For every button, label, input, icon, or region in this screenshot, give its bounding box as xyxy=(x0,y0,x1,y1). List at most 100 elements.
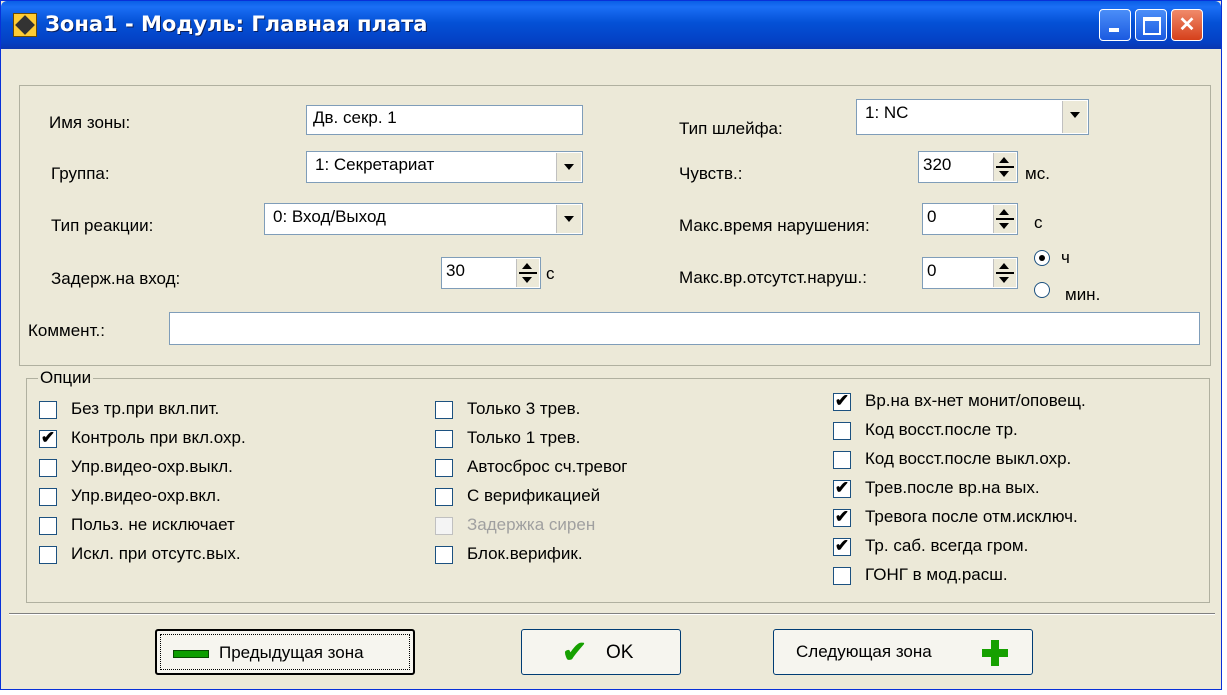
check-icon: ✔ xyxy=(834,507,850,526)
option-label: Код восст.после выкл.охр. xyxy=(865,449,1072,468)
reaction-label: Тип реакции: xyxy=(51,216,154,235)
prev-zone-button[interactable]: Предыдущая зона xyxy=(155,629,415,675)
option-label: Код восст.после тр. xyxy=(865,420,1018,439)
option-label: Только 3 трев. xyxy=(467,399,581,418)
ok-button[interactable]: ✔ OK xyxy=(521,629,681,675)
spin-arrows-icon[interactable] xyxy=(993,153,1016,181)
option-label: ГОНГ в мод.расш. xyxy=(865,565,1008,584)
option-label: Автосброс сч.тревог xyxy=(467,457,628,476)
entry-delay-unit: с xyxy=(546,264,555,283)
check-icon: ✔ xyxy=(834,536,850,555)
check-icon: ✔ xyxy=(40,428,56,447)
dialog-window: Зона1 - Модуль: Главная плата ✕ Имя зоны… xyxy=(0,0,1222,690)
option-checkbox[interactable]: ✔ xyxy=(833,507,851,527)
max-absence-value: 0 xyxy=(927,261,937,280)
option-checkbox[interactable] xyxy=(833,451,851,469)
maximize-button[interactable] xyxy=(1135,9,1167,41)
spin-separator xyxy=(996,272,1014,274)
option-checkbox[interactable] xyxy=(435,459,453,477)
unit-minutes-radio[interactable] xyxy=(1034,282,1050,298)
max-absence-label: Макс.вр.отсутст.наруш.: xyxy=(679,268,867,287)
option-checkbox xyxy=(435,517,453,535)
spin-separator xyxy=(996,166,1014,168)
group-select[interactable]: 1: Секретариат xyxy=(306,151,583,183)
option-checkbox[interactable] xyxy=(39,488,57,506)
minimize-icon xyxy=(1100,10,1130,40)
option-label: Блок.верифик. xyxy=(467,544,583,563)
spin-separator xyxy=(996,218,1014,220)
ok-label: OK xyxy=(606,642,634,663)
option-checkbox[interactable] xyxy=(435,546,453,564)
spin-arrows-icon[interactable] xyxy=(993,259,1016,287)
option-checkbox[interactable]: ✔ xyxy=(833,536,851,556)
zone-name-input[interactable]: Дв. секр. 1 xyxy=(306,105,583,135)
max-violation-spinner[interactable]: 0 xyxy=(922,203,1018,235)
max-violation-unit: с xyxy=(1034,213,1043,232)
unit-hours-label: ч xyxy=(1061,248,1070,267)
loop-type-value: 1: NC xyxy=(865,103,909,122)
option-checkbox[interactable]: ✔ xyxy=(833,391,851,411)
option-label: Без тр.при вкл.пит. xyxy=(71,399,220,418)
maximize-icon xyxy=(1136,10,1166,40)
option-label: Искл. при отсутс.вых. xyxy=(71,544,241,563)
option-checkbox[interactable] xyxy=(435,401,453,419)
option-checkbox[interactable] xyxy=(435,430,453,448)
option-label: Упр.видео-охр.вкл. xyxy=(71,486,221,505)
chevron-down-icon[interactable] xyxy=(556,205,581,233)
option-label: Контроль при вкл.охр. xyxy=(71,428,246,447)
entry-delay-label: Задерж.на вход: xyxy=(51,269,181,288)
reaction-select-value: 0: Вход/Выход xyxy=(273,207,386,226)
option-label: Задержка сирен xyxy=(467,515,596,534)
close-button[interactable]: ✕ xyxy=(1171,9,1203,41)
unit-minutes-label: мин. xyxy=(1065,285,1101,304)
option-label: Вр.на вх-нет монит/оповещ. xyxy=(865,391,1086,410)
window-title: Зона1 - Модуль: Главная плата xyxy=(45,12,428,36)
checkmark-icon: ✔ xyxy=(562,636,588,669)
spin-arrows-icon[interactable] xyxy=(993,205,1016,233)
reaction-select[interactable]: 0: Вход/Выход xyxy=(264,203,583,235)
close-icon: ✕ xyxy=(1178,14,1196,36)
option-checkbox[interactable] xyxy=(39,546,57,564)
unit-hours-radio[interactable] xyxy=(1034,250,1050,266)
loop-type-label: Тип шлейфа: xyxy=(679,119,783,138)
comment-input[interactable] xyxy=(169,312,1200,345)
entry-delay-spinner[interactable]: 30 xyxy=(441,257,541,289)
check-icon: ✔ xyxy=(834,478,850,497)
max-violation-label: Макс.время нарушения: xyxy=(679,216,870,235)
entry-delay-value: 30 xyxy=(446,261,465,280)
option-label: С верификацией xyxy=(467,486,601,505)
option-checkbox[interactable] xyxy=(435,488,453,506)
option-checkbox[interactable] xyxy=(39,517,57,535)
title-bar[interactable]: Зона1 - Модуль: Главная плата ✕ xyxy=(1,1,1221,49)
group-label: Группа: xyxy=(51,164,110,183)
option-checkbox[interactable]: ✔ xyxy=(39,428,57,448)
next-zone-button[interactable]: Следующая зона xyxy=(773,629,1033,675)
chevron-down-icon[interactable] xyxy=(556,153,581,181)
zone-name-label: Имя зоны: xyxy=(49,113,131,132)
option-label: Тр. саб. всегда гром. xyxy=(865,536,1029,555)
option-checkbox[interactable] xyxy=(833,422,851,440)
chevron-down-icon[interactable] xyxy=(1062,101,1087,133)
sensitivity-unit: мс. xyxy=(1025,164,1050,183)
loop-type-select[interactable]: 1: NC xyxy=(856,99,1089,135)
group-select-value: 1: Секретариат xyxy=(315,155,435,174)
prev-zone-label: Предыдущая зона xyxy=(219,643,364,662)
option-checkbox[interactable]: ✔ xyxy=(833,478,851,498)
comment-label: Коммент.: xyxy=(28,321,105,340)
option-label: Упр.видео-охр.выкл. xyxy=(71,457,233,476)
option-checkbox[interactable] xyxy=(39,401,57,419)
sensitivity-value: 320 xyxy=(923,155,952,174)
max-absence-spinner[interactable]: 0 xyxy=(922,257,1018,289)
zone-app-icon xyxy=(13,13,37,37)
minimize-button[interactable] xyxy=(1099,9,1131,41)
sensitivity-label: Чувств.: xyxy=(679,164,743,183)
option-label: Польз. не исключает xyxy=(71,515,235,534)
option-checkbox[interactable] xyxy=(39,459,57,477)
option-checkbox[interactable] xyxy=(833,567,851,585)
minus-icon xyxy=(173,650,209,658)
check-icon: ✔ xyxy=(834,391,850,410)
max-violation-value: 0 xyxy=(927,207,937,226)
spin-arrows-icon[interactable] xyxy=(516,259,539,287)
option-label: Тревога после отм.исключ. xyxy=(865,507,1078,526)
sensitivity-spinner[interactable]: 320 xyxy=(918,151,1018,183)
